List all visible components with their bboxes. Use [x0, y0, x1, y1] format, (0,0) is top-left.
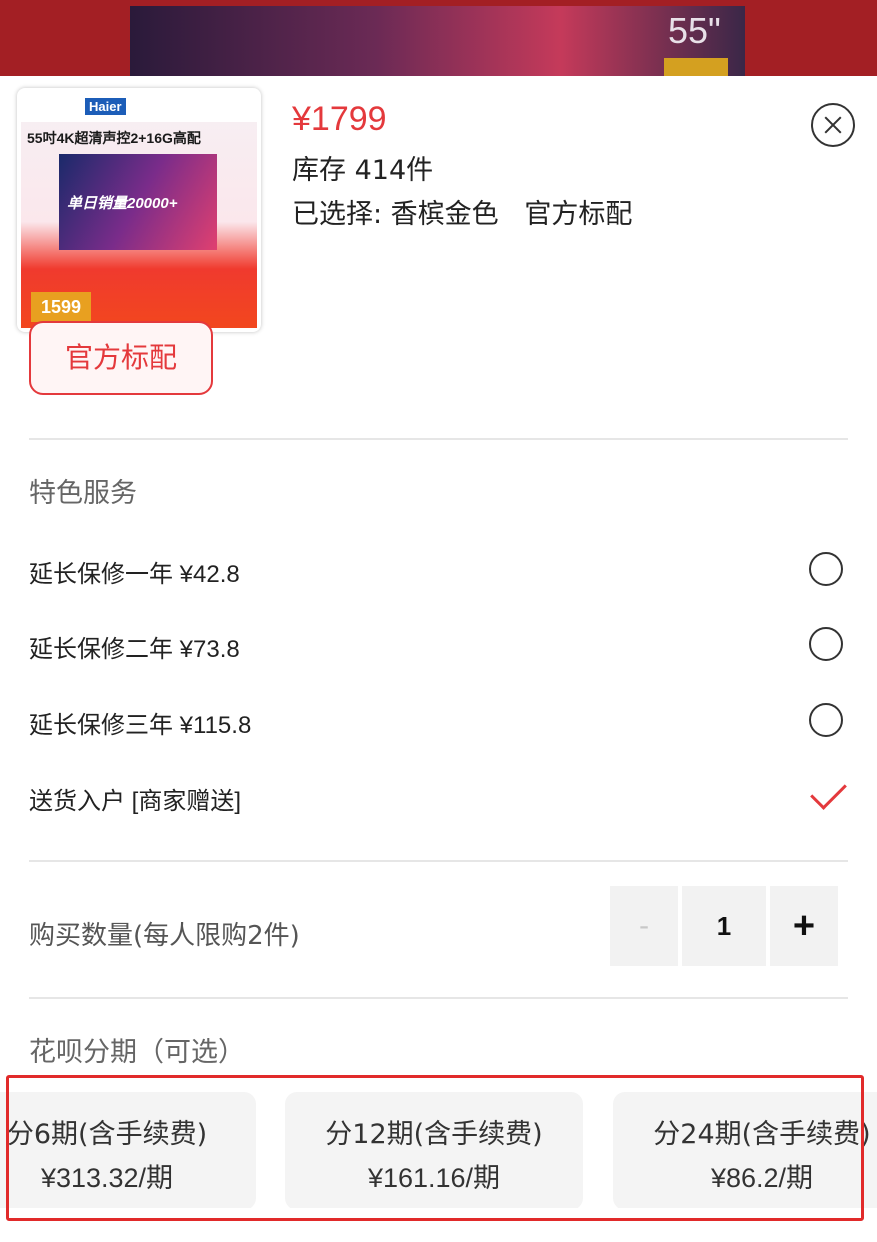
- radio-unchecked-icon[interactable]: [809, 627, 843, 661]
- selected-options: 已选择: 香槟金色 官方标配: [292, 199, 633, 230]
- thumbnail-sales-banner: 单日销量20000+: [67, 195, 178, 212]
- radio-unchecked-icon[interactable]: [809, 703, 843, 737]
- divider: [29, 997, 848, 999]
- radio-unchecked-icon[interactable]: [809, 552, 843, 586]
- thumbnail-price-tag: 1599: [31, 292, 91, 322]
- background-4k-badge: [664, 58, 728, 76]
- background-product-image: 55": [0, 0, 877, 76]
- installments-title: 花呗分期（可选）: [29, 1037, 245, 1068]
- quantity-label: 购买数量(每人限购2件): [29, 921, 300, 951]
- quantity-value[interactable]: 1: [682, 886, 766, 966]
- service-label[interactable]: 延长保修一年 ¥42.8: [29, 554, 240, 589]
- product-price: ¥1799: [292, 100, 387, 138]
- sku-selector-sheet: Haier 55吋4K超清声控2+16G高配 单日销量20000+ 1599 ¥…: [0, 76, 877, 1242]
- service-label[interactable]: 延长保修二年 ¥73.8: [29, 629, 240, 664]
- product-thumbnail[interactable]: Haier 55吋4K超清声控2+16G高配 单日销量20000+ 1599: [17, 88, 261, 332]
- divider: [29, 438, 848, 440]
- background-tv-size: 55": [668, 10, 721, 51]
- thumbnail-header: [21, 92, 257, 122]
- decrement-button[interactable]: -: [610, 886, 678, 966]
- increment-button[interactable]: +: [770, 886, 838, 966]
- service-label[interactable]: 送货入户 [商家赠送]: [29, 781, 241, 816]
- background-tv-image: [130, 6, 745, 76]
- thumbnail-title: 55吋4K超清声控2+16G高配: [27, 130, 201, 146]
- stock-count: 库存 414件: [292, 155, 434, 186]
- service-label[interactable]: 延长保修三年 ¥115.8: [29, 705, 251, 740]
- spec-option-official-standard[interactable]: 官方标配: [29, 321, 213, 395]
- highlight-annotation-box: [6, 1075, 864, 1221]
- thumbnail-brand-logo: Haier: [85, 98, 126, 115]
- services-title: 特色服务: [29, 478, 137, 509]
- close-icon[interactable]: [811, 103, 855, 147]
- product-thumbnail-image: Haier 55吋4K超清声控2+16G高配 单日销量20000+ 1599: [21, 92, 257, 328]
- divider: [29, 860, 848, 862]
- checkmark-icon[interactable]: [810, 773, 847, 810]
